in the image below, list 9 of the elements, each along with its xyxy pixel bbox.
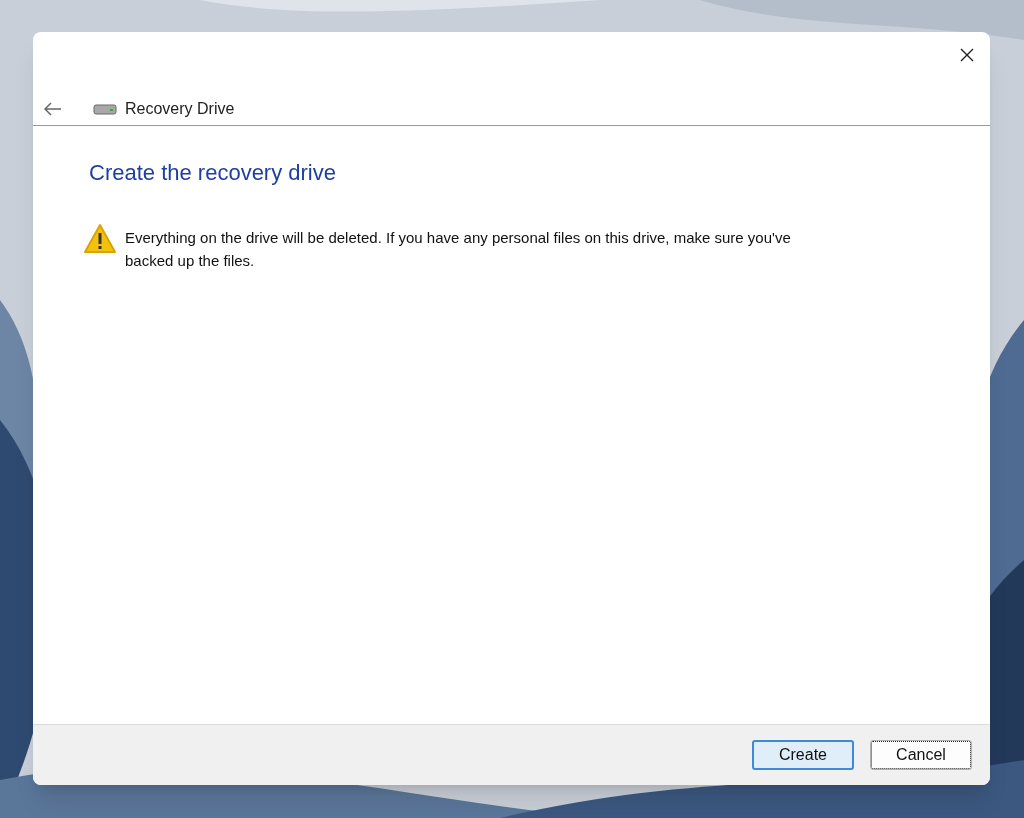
drive-icon [93, 102, 117, 115]
close-icon [960, 48, 974, 62]
page-heading: Create the recovery drive [89, 159, 337, 187]
back-arrow-icon [44, 101, 62, 116]
warning-icon [83, 223, 117, 255]
window-title: Recovery Drive [125, 98, 235, 119]
cancel-button[interactable]: Cancel [870, 740, 972, 770]
create-button[interactable]: Create [752, 740, 854, 770]
warning-message: Everything on the drive will be deleted. If you have any personal files on this drive, make sure you've backed up the files. [125, 228, 792, 271]
